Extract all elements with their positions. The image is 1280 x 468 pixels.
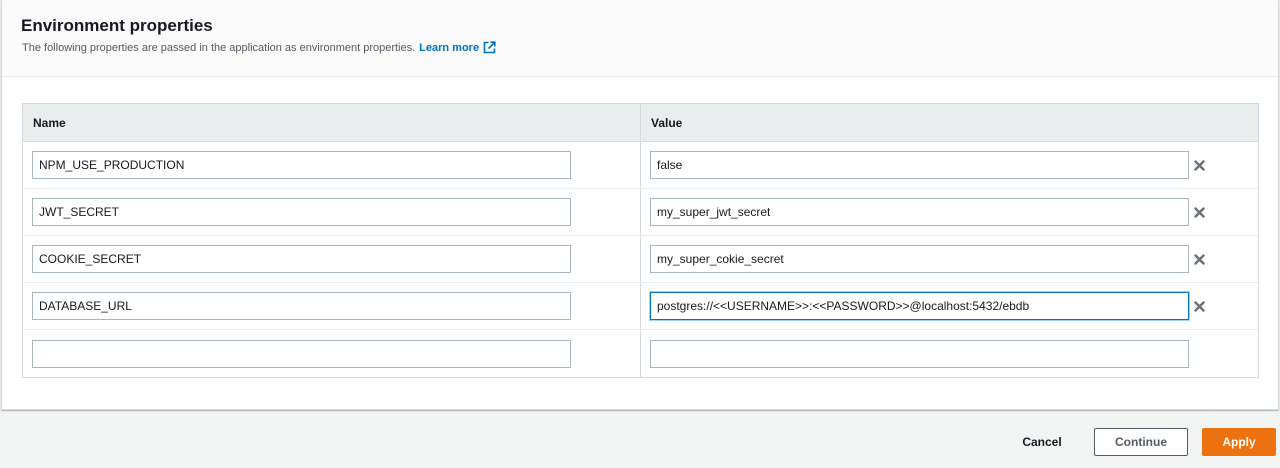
new-property-name-input[interactable] xyxy=(32,339,571,368)
page-title: Environment properties xyxy=(21,16,213,35)
property-value-input[interactable] xyxy=(650,198,1189,226)
learn-more-link[interactable]: Learn more xyxy=(419,41,496,54)
continue-button[interactable]: Continue xyxy=(1094,428,1188,456)
description-text: The following properties are passed in t… xyxy=(22,41,416,54)
close-icon[interactable] xyxy=(1191,298,1207,314)
property-value-input[interactable] xyxy=(650,292,1189,320)
close-icon[interactable] xyxy=(1191,251,1207,267)
property-value-input[interactable] xyxy=(650,151,1189,179)
table-row xyxy=(23,142,1258,189)
property-value-input[interactable] xyxy=(650,245,1189,273)
column-header-name: Name xyxy=(23,104,641,141)
external-link-icon xyxy=(483,41,496,54)
close-icon[interactable] xyxy=(1191,157,1207,173)
property-name-input[interactable] xyxy=(32,198,571,226)
property-name-input[interactable] xyxy=(32,292,571,320)
new-property-value-input[interactable] xyxy=(650,339,1189,368)
table-row xyxy=(23,236,1258,283)
table-row-new xyxy=(23,330,1258,377)
footer-actions: Cancel Continue Apply xyxy=(0,428,1280,458)
column-header-value: Value xyxy=(651,115,683,130)
apply-button[interactable]: Apply xyxy=(1202,428,1276,456)
table-row xyxy=(23,189,1258,236)
panel-description: The following properties are passed in t… xyxy=(22,41,496,54)
environment-properties-table: Name Value xyxy=(22,103,1259,378)
table-row xyxy=(23,283,1258,330)
cancel-button[interactable]: Cancel xyxy=(1005,428,1079,456)
property-name-input[interactable] xyxy=(32,151,571,179)
panel-header: Environment properties The following pro… xyxy=(2,0,1278,77)
learn-more-label: Learn more xyxy=(419,41,480,54)
table-header: Name Value xyxy=(23,104,1258,142)
environment-properties-panel: Environment properties The following pro… xyxy=(1,0,1279,410)
property-name-input[interactable] xyxy=(32,245,571,273)
close-icon[interactable] xyxy=(1191,204,1207,220)
